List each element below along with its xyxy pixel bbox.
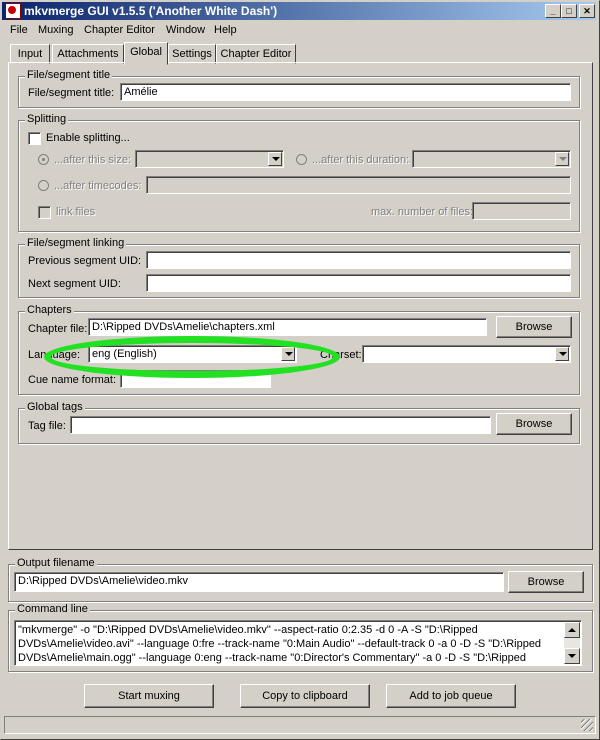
after-timecodes-radio[interactable] bbox=[38, 180, 49, 191]
chapter-file-input[interactable]: D:\Ripped DVDs\Amelie\chapters.xml bbox=[88, 318, 487, 336]
command-line-3: DVDs\Amelie\main.ogg" --language 0:eng -… bbox=[18, 652, 527, 664]
menu-window[interactable]: Window bbox=[166, 24, 205, 36]
max-files-input[interactable] bbox=[472, 202, 571, 220]
previous-segment-uid-input[interactable] bbox=[146, 251, 571, 269]
group-title: Global tags bbox=[25, 401, 85, 413]
chevron-down-icon[interactable] bbox=[555, 347, 569, 361]
start-muxing-button[interactable]: Start muxing bbox=[84, 684, 214, 708]
next-segment-uid-input[interactable] bbox=[146, 274, 571, 292]
tab-settings[interactable]: Settings bbox=[168, 44, 216, 64]
group-title: File/segment linking bbox=[25, 237, 127, 249]
output-filename-input[interactable]: D:\Ripped DVDs\Amelie\video.mkv bbox=[14, 572, 504, 592]
previous-segment-uid-label: Previous segment UID: bbox=[28, 255, 142, 267]
after-size-label: ...after this size: bbox=[54, 154, 132, 166]
resize-grip-icon[interactable] bbox=[581, 719, 593, 731]
file-segment-title-label: File/segment title: bbox=[28, 87, 115, 99]
tab-chapter-editor[interactable]: Chapter Editor bbox=[216, 44, 296, 64]
chapter-language-value: eng (English) bbox=[92, 348, 157, 360]
menu-bar: File Muxing Chapter Editor Window Help bbox=[2, 22, 596, 40]
menu-help[interactable]: Help bbox=[214, 24, 237, 36]
tab-global[interactable]: Global bbox=[124, 42, 168, 65]
group-title: Command line bbox=[15, 603, 90, 615]
chapter-charset-combo[interactable] bbox=[362, 345, 571, 363]
command-line-1: "mkvmerge" -o "D:\Ripped DVDs\Amelie\vid… bbox=[18, 624, 478, 636]
minimize-button[interactable]: _ bbox=[545, 4, 561, 18]
copy-to-clipboard-button[interactable]: Copy to clipboard bbox=[240, 684, 370, 708]
group-title: Chapters bbox=[25, 304, 74, 316]
maximize-button[interactable]: □ bbox=[561, 4, 577, 18]
chapter-charset-label: Charset: bbox=[320, 349, 362, 361]
menu-chapter-editor[interactable]: Chapter Editor bbox=[84, 24, 155, 36]
output-browse-button[interactable]: Browse bbox=[508, 571, 584, 593]
command-line-text[interactable]: "mkvmerge" -o "D:\Ripped DVDs\Amelie\vid… bbox=[14, 620, 582, 666]
group-title: Splitting bbox=[25, 113, 69, 125]
command-line-2: DVDs\Amelie\video.avi" --language 0:fre … bbox=[18, 638, 542, 650]
after-timecodes-input[interactable] bbox=[146, 176, 571, 194]
link-files-checkbox[interactable] bbox=[38, 206, 51, 219]
cue-name-format-input[interactable] bbox=[120, 370, 271, 388]
tab-attachments[interactable]: Attachments bbox=[52, 44, 124, 64]
add-to-job-queue-button[interactable]: Add to job queue bbox=[386, 684, 516, 708]
after-duration-label: ...after this duration: bbox=[312, 154, 410, 166]
chapter-browse-button[interactable]: Browse bbox=[496, 316, 572, 338]
group-title: File/segment title bbox=[25, 69, 113, 81]
menu-file[interactable]: File bbox=[10, 24, 28, 36]
scroll-down-icon[interactable] bbox=[564, 648, 580, 664]
link-files-label: link files bbox=[56, 206, 96, 218]
chevron-down-icon[interactable] bbox=[281, 347, 295, 361]
after-timecodes-label: ...after timecodes: bbox=[54, 180, 142, 192]
chapter-language-combo[interactable]: eng (English) bbox=[88, 345, 297, 363]
app-icon bbox=[5, 3, 21, 19]
after-duration-radio[interactable] bbox=[296, 154, 307, 165]
after-size-radio[interactable] bbox=[38, 154, 49, 165]
tag-browse-button[interactable]: Browse bbox=[496, 413, 572, 435]
tab-input[interactable]: Input bbox=[10, 44, 50, 64]
after-size-combo[interactable] bbox=[135, 150, 284, 168]
cue-name-format-label: Cue name format: bbox=[28, 374, 117, 386]
title-bar[interactable]: mkvmerge GUI v1.5.5 ('Another White Dash… bbox=[2, 2, 596, 20]
chevron-down-icon[interactable] bbox=[268, 152, 282, 166]
chevron-down-icon[interactable] bbox=[555, 152, 569, 166]
after-duration-combo[interactable] bbox=[412, 150, 571, 168]
chapter-language-label: Language: bbox=[28, 349, 80, 361]
tag-file-label: Tag file: bbox=[28, 420, 66, 432]
tag-file-input[interactable] bbox=[70, 416, 491, 434]
max-files-label: max. number of files: bbox=[371, 206, 474, 218]
next-segment-uid-label: Next segment UID: bbox=[28, 278, 121, 290]
status-bar bbox=[4, 716, 596, 734]
file-segment-title-input[interactable]: Amélie bbox=[120, 83, 571, 101]
command-line-scrollbar[interactable] bbox=[564, 622, 580, 664]
enable-splitting-checkbox[interactable] bbox=[28, 132, 41, 145]
close-button[interactable]: ✕ bbox=[579, 4, 595, 18]
chapter-file-label: Chapter file: bbox=[28, 323, 88, 335]
group-title: Output filename bbox=[15, 557, 97, 569]
scroll-up-icon[interactable] bbox=[564, 622, 580, 638]
enable-splitting-label: Enable splitting... bbox=[46, 132, 130, 144]
window-title: mkvmerge GUI v1.5.5 ('Another White Dash… bbox=[24, 4, 278, 18]
menu-muxing[interactable]: Muxing bbox=[38, 24, 73, 36]
